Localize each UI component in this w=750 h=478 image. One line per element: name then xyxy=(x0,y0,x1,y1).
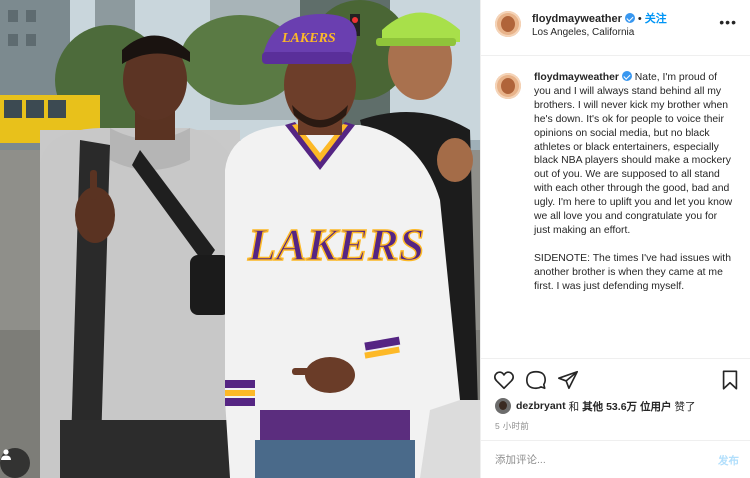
author-line: floydmayweather • 关注 xyxy=(532,10,667,26)
author-username[interactable]: floydmayweather xyxy=(532,13,622,25)
post-header: floydmayweather • 关注 Los Angeles, Californ… xyxy=(481,0,750,56)
post-photo[interactable]: LAKERS LAKERS xyxy=(0,0,480,478)
bookmark-icon[interactable] xyxy=(719,369,741,391)
person-tag-button[interactable] xyxy=(0,448,30,478)
caption-avatar[interactable] xyxy=(495,73,521,99)
instagram-post: LAKERS LAKERS floydmayweather • 关注 Los A… xyxy=(0,0,750,478)
likes-and: 和 xyxy=(568,400,580,413)
likes-count[interactable]: 53.6万 xyxy=(606,399,637,414)
heart-icon[interactable] xyxy=(493,369,515,391)
cap-lakers-text: LAKERS xyxy=(281,31,336,46)
photo-illustration: LAKERS LAKERS xyxy=(0,0,480,478)
caption-text: floydmayweather Nate, I'm proud of you a… xyxy=(534,71,734,294)
likes-suffix[interactable]: 位用户 xyxy=(640,399,672,414)
more-icon[interactable]: ••• xyxy=(719,14,737,30)
post-sidebar: floydmayweather • 关注 Los Angeles, Californ… xyxy=(480,0,750,478)
author-avatar[interactable] xyxy=(495,11,521,37)
comment-bar: 发布 xyxy=(481,440,750,478)
separator-dot: • xyxy=(637,13,642,25)
caption-body: Nate, I'm proud of you and I will always… xyxy=(534,72,733,292)
likes-others[interactable]: 其他 xyxy=(582,399,603,414)
comment-icon[interactable] xyxy=(525,369,547,391)
caption-area: floydmayweather Nate, I'm proud of you a… xyxy=(481,56,750,358)
follow-button[interactable]: 关注 xyxy=(645,13,667,25)
jacket-lakers-text: LAKERS xyxy=(247,219,424,270)
likes-liked: 赞了 xyxy=(674,400,696,413)
share-icon[interactable] xyxy=(557,369,579,391)
comment-input[interactable] xyxy=(495,451,695,469)
verified-icon xyxy=(624,13,635,23)
verified-icon xyxy=(621,71,632,81)
post-comment-button[interactable]: 发布 xyxy=(718,453,739,468)
liker-username[interactable]: dezbryant xyxy=(516,400,566,412)
post-timestamp[interactable]: 5 小时前 xyxy=(495,420,529,432)
action-bar xyxy=(481,358,750,400)
liker-avatar xyxy=(495,398,511,414)
likes-summary[interactable]: dezbryant 和 其他 53.6万 位用户 赞了 xyxy=(495,397,745,415)
person-tag-icon xyxy=(1,449,11,460)
caption-username[interactable]: floydmayweather xyxy=(534,72,619,83)
post-location[interactable]: Los Angeles, California xyxy=(532,27,634,38)
